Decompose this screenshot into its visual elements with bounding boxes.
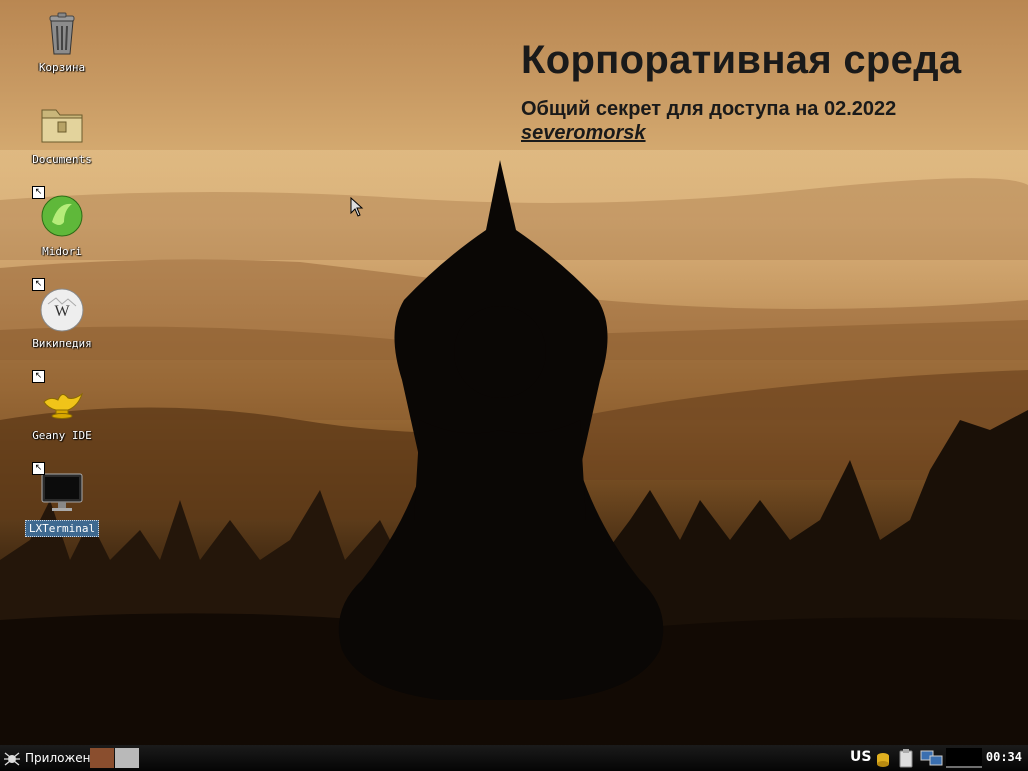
desktop-icon-label: Корзина — [38, 61, 86, 74]
desktop-icon-documents[interactable]: Documents — [22, 100, 102, 167]
desktop-icon-label: LXTerminal — [24, 520, 100, 537]
trash-icon — [49, 12, 75, 55]
terminal-icon — [41, 473, 83, 511]
folder-icon — [41, 109, 83, 143]
shortcut-arrow-icon: ↖ — [32, 370, 45, 383]
shortcut-arrow-icon: ↖ — [32, 186, 45, 199]
desktop-icon-label: Geany IDE — [32, 429, 92, 442]
desktop-icon-label: Documents — [32, 153, 92, 166]
midori-icon — [41, 195, 83, 237]
disk-mount-icon[interactable] — [875, 748, 891, 768]
clipboard-icon[interactable] — [898, 748, 914, 768]
svg-text:W: W — [54, 303, 70, 320]
geany-lamp-icon — [43, 392, 83, 419]
shortcut-arrow-icon: ↖ — [32, 278, 45, 291]
wallpaper-subline: Общий секрет для доступа на 02.2022 — [521, 98, 897, 120]
desktop-icon-wikipedia[interactable]: ↖ W Википедия — [22, 278, 102, 351]
desktop-icon-label: Midori — [42, 245, 82, 258]
network-icon[interactable] — [920, 748, 944, 768]
shortcut-arrow-icon: ↖ — [32, 462, 45, 475]
desktop-icon-midori[interactable]: ↖ Midori — [22, 186, 102, 259]
mouse-cursor-icon — [350, 197, 364, 217]
desktop-icon-lxterminal[interactable]: ↖ LXTerminal — [22, 462, 102, 537]
desktop-background: Корпоративная среда Общий секрет для дос… — [0, 0, 1028, 745]
desktop-icon-geany[interactable]: ↖ Geany IDE — [22, 370, 102, 443]
keyboard-layout-indicator[interactable]: US — [850, 749, 871, 765]
clock[interactable]: 00:34 — [986, 750, 1022, 764]
workspace-2-button[interactable] — [115, 748, 139, 768]
wallpaper-secret: severomorsk — [521, 122, 646, 144]
spider-menu-icon — [4, 752, 20, 766]
wikipedia-icon: W — [40, 288, 84, 332]
workspace-1-button[interactable] — [90, 748, 114, 768]
cpu-usage-graph — [946, 748, 982, 768]
taskbar: Приложения US 00:34 — [0, 745, 1028, 771]
wallpaper-headline: Корпоративная среда — [521, 38, 962, 82]
desktop-icon-label: Википедия — [32, 337, 92, 350]
desktop-icon-trash[interactable]: Корзина — [22, 8, 102, 75]
